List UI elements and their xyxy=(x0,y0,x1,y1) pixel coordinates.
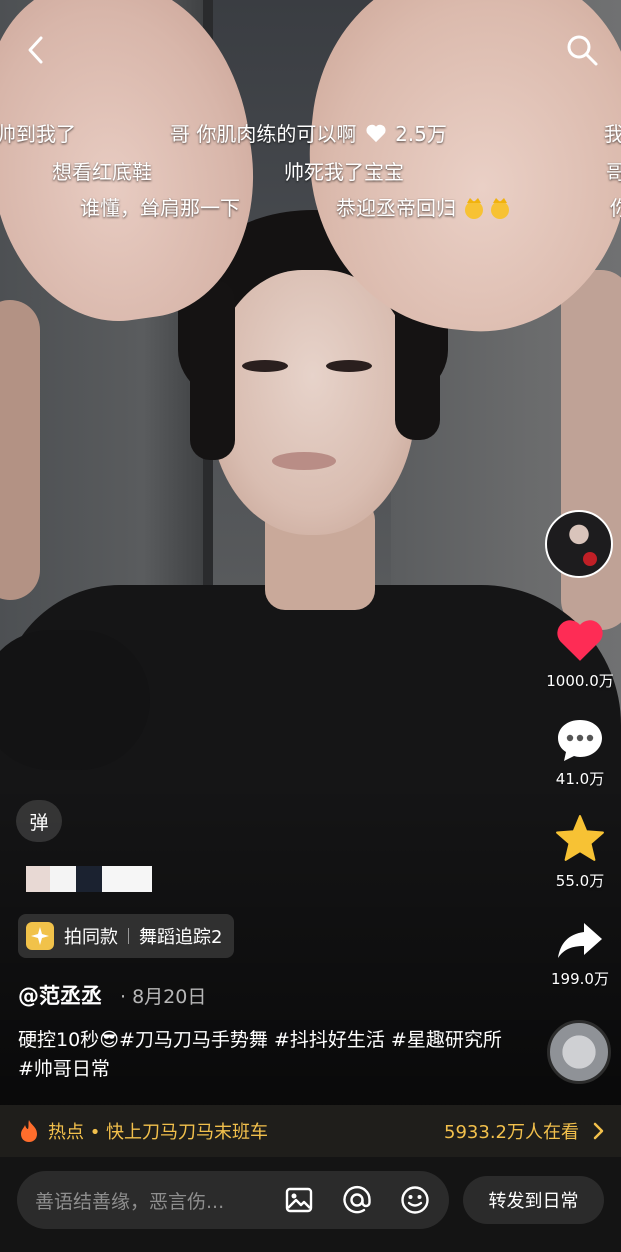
caption-text: 硬控10秒 xyxy=(18,1029,100,1051)
favorite-button[interactable]: 55.0万 xyxy=(540,814,620,891)
danmaku-comment: 你 xyxy=(610,196,621,220)
repost-button[interactable]: 转发到日常 xyxy=(463,1176,604,1224)
blur-block xyxy=(76,866,102,892)
comment-count: 41.0万 xyxy=(555,770,605,788)
at-icon xyxy=(343,1185,371,1214)
danmaku-toggle-button[interactable]: 弹 xyxy=(16,800,62,842)
pill-divider xyxy=(128,928,129,944)
danmaku-comment: 谁懂，耸肩那一下 xyxy=(80,196,240,220)
chevron-right-icon xyxy=(593,1122,604,1140)
danmaku-comment: 帅死我了宝宝 xyxy=(284,160,404,184)
blur-block xyxy=(50,866,76,892)
image-button[interactable] xyxy=(279,1171,319,1229)
back-chevron-icon xyxy=(28,36,43,64)
pill-secondary: 舞蹈追踪2 xyxy=(139,927,223,948)
comment-bubble-icon xyxy=(558,720,602,761)
post-date: · 8月20日 xyxy=(120,986,207,1008)
share-arrow-icon xyxy=(558,923,602,958)
forearm-left xyxy=(0,300,40,600)
music-disc[interactable] xyxy=(547,1020,611,1084)
blur-block xyxy=(26,866,50,892)
danmaku-comment: 帅到我了 xyxy=(0,122,76,146)
danmaku-text: 恭迎丞帝回归 xyxy=(336,196,456,220)
image-icon xyxy=(285,1187,313,1213)
danmaku-comment: 哥 你肌肉练的可以啊 2.5万 xyxy=(170,118,447,147)
share-button[interactable]: 199.0万 xyxy=(540,920,620,989)
hot-topic-text: 热点 • 快上刀马刀马末班车 xyxy=(48,1122,269,1143)
danmaku-comment: 想看红底鞋 xyxy=(52,160,152,184)
emperor-emoji-icon xyxy=(465,198,510,219)
comment-input[interactable]: 善语结善缘，恶言伤... xyxy=(17,1171,449,1229)
heart-icon xyxy=(557,620,603,661)
danmaku-like-count: 2.5万 xyxy=(395,122,447,146)
smiley-icon xyxy=(401,1186,429,1214)
rose-decoration xyxy=(583,552,597,566)
like-button[interactable]: 1000.0万 xyxy=(540,616,620,691)
favorite-count: 55.0万 xyxy=(555,872,605,890)
video-caption: 硬控10秒😎#刀马刀马手势舞 #抖抖好生活 #星趣研究所 #帅哥日常 xyxy=(18,1026,518,1084)
person-face xyxy=(210,270,415,535)
lips xyxy=(272,452,336,470)
hot-topic-bar[interactable]: 热点 • 快上刀马刀马末班车 5933.2万人在看 xyxy=(0,1105,621,1157)
back-button[interactable] xyxy=(18,32,54,68)
pill-primary: 拍同款 xyxy=(64,927,118,948)
viewer-count: 5933.2万人在看 xyxy=(444,1122,579,1143)
danmaku-text: 哥 你肌肉练的可以啊 xyxy=(170,122,357,146)
person-arm xyxy=(0,630,150,770)
share-count: 199.0万 xyxy=(551,970,609,988)
eye-left xyxy=(242,360,288,372)
template-pill[interactable]: 拍同款 舞蹈追踪2 xyxy=(18,914,235,958)
heart-icon xyxy=(366,124,386,143)
author-name[interactable]: @范丞丞 xyxy=(18,980,102,1010)
search-button[interactable] xyxy=(562,30,602,70)
sparkle-icon xyxy=(26,922,54,950)
cool-emoji-icon: 😎 xyxy=(99,1029,119,1051)
mention-button[interactable] xyxy=(337,1171,377,1229)
search-icon xyxy=(567,35,598,66)
danmaku-comment: 恭迎丞帝回归 xyxy=(336,192,514,221)
danmaku-comment: 我 xyxy=(604,122,621,146)
star-icon xyxy=(556,815,604,861)
like-count: 1000.0万 xyxy=(546,672,614,690)
fire-icon xyxy=(21,1120,37,1142)
eye-right xyxy=(326,360,372,372)
comment-button[interactable]: 41.0万 xyxy=(540,716,620,789)
bottom-bar: 善语结善缘，恶言伤... 转发到日常 xyxy=(0,1157,621,1252)
blur-block xyxy=(102,866,152,892)
hair-side-left xyxy=(190,280,235,460)
creator-avatar[interactable] xyxy=(545,510,613,578)
danmaku-comment: 哥 xyxy=(606,160,621,184)
censored-text xyxy=(26,866,152,892)
emoji-button[interactable] xyxy=(395,1171,435,1229)
